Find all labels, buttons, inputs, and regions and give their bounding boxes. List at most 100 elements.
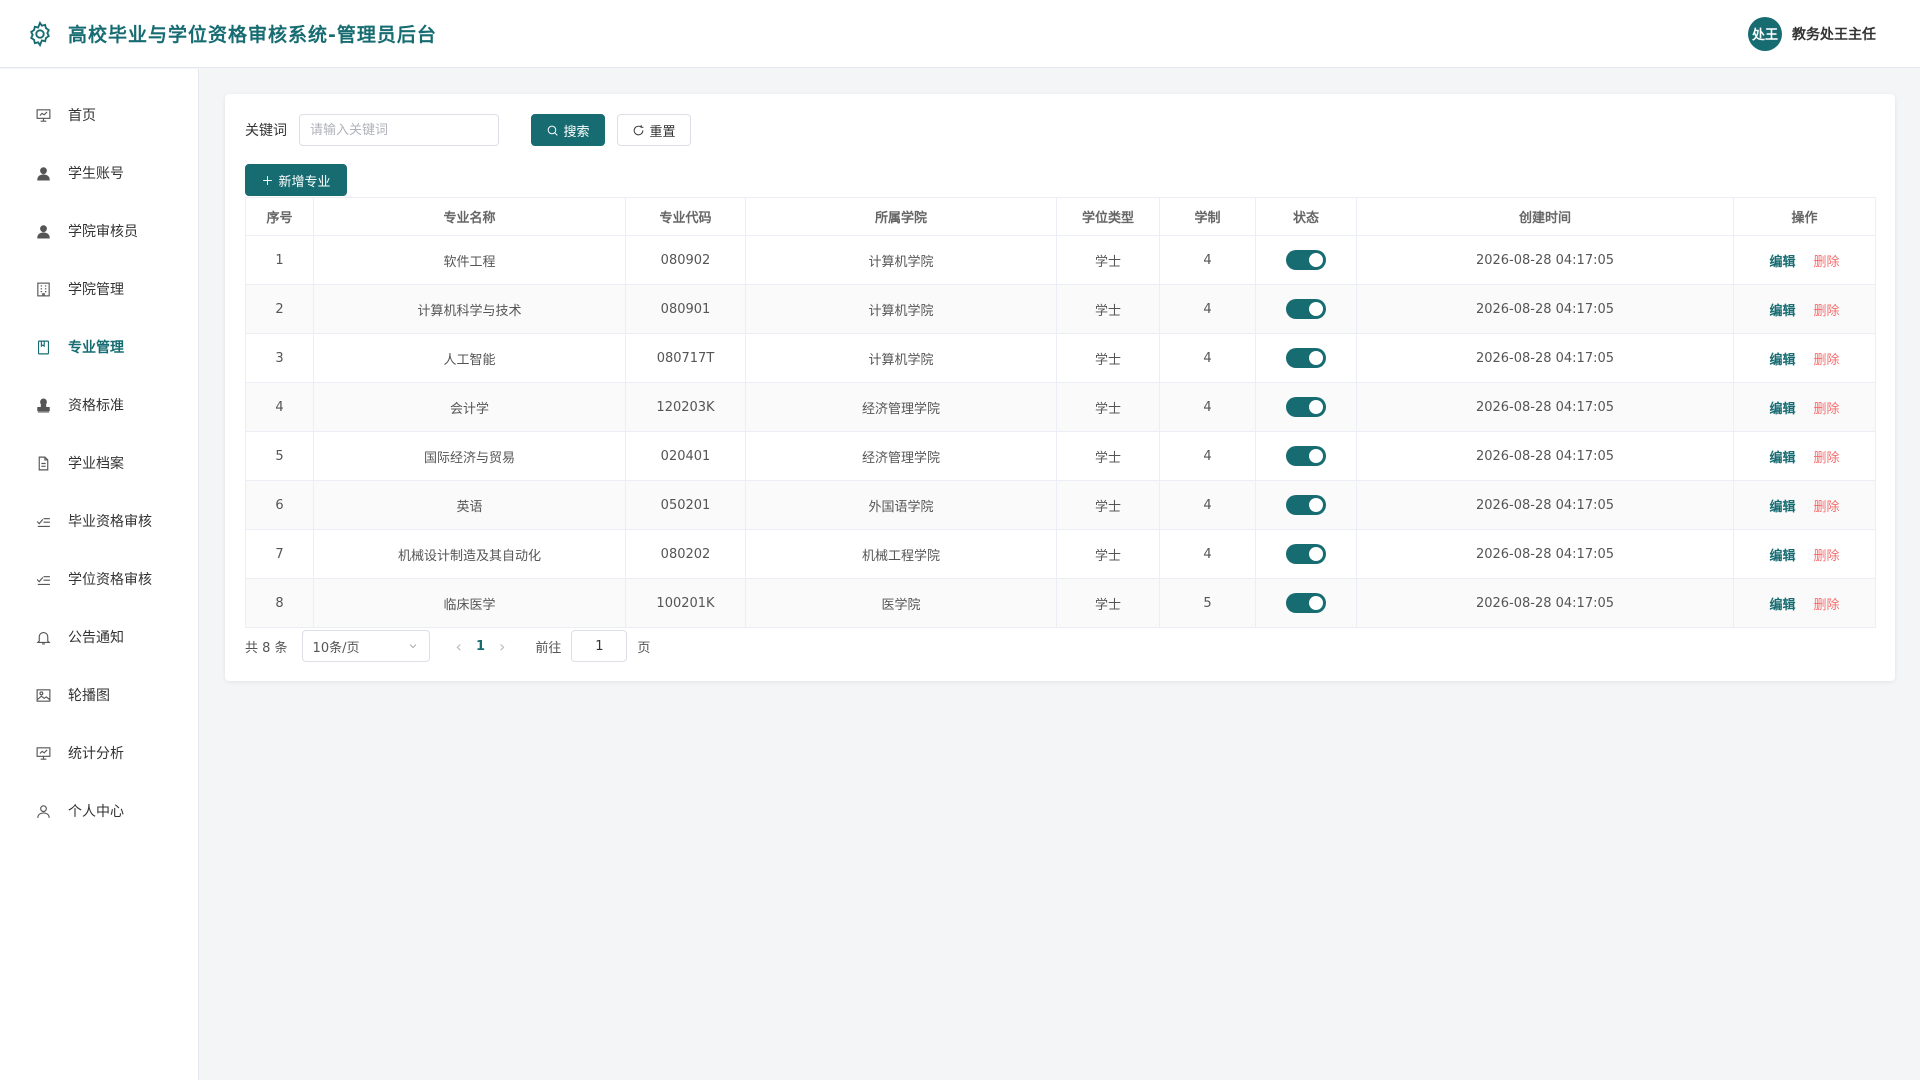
delete-button[interactable]: 删除 — [1814, 451, 1840, 466]
search-button[interactable]: 搜索 — [531, 114, 605, 146]
sidebar-item-profile[interactable]: 个人中心 — [0, 782, 198, 840]
cell-years: 4 — [1159, 382, 1256, 432]
user-name[interactable]: 教务处王主任 — [1792, 24, 1876, 44]
cell-years: 4 — [1159, 480, 1256, 530]
delete-button[interactable]: 删除 — [1814, 500, 1840, 515]
chart-icon — [36, 746, 51, 760]
cell-name: 机械设计制造及其自动化 — [313, 529, 626, 579]
sidebar-item-label: 公告通知 — [68, 630, 124, 646]
status-toggle[interactable] — [1286, 446, 1326, 466]
edit-button[interactable]: 编辑 — [1769, 353, 1795, 368]
reset-button[interactable]: 重置 — [617, 114, 691, 146]
edit-button[interactable]: 编辑 — [1769, 549, 1795, 564]
edit-button[interactable]: 编辑 — [1769, 402, 1795, 417]
image-icon — [36, 688, 51, 702]
cell-code: 100201K — [625, 578, 746, 628]
cell-name: 计算机科学与技术 — [313, 284, 626, 334]
cell-code: 080202 — [625, 529, 746, 579]
sidebar-item-statistics[interactable]: 统计分析 — [0, 724, 198, 782]
major-list-card: 关键词 搜索 重置 新增专业 序号 专业名称 专业代码 所属学院 学位类型 学制… — [225, 94, 1895, 681]
brand: 高校毕业与学位资格审核系统-管理员后台 — [26, 20, 437, 48]
cell-college: 外国语学院 — [745, 480, 1057, 530]
column-header: 创建时间 — [1356, 197, 1734, 236]
delete-button[interactable]: 删除 — [1814, 402, 1840, 417]
sidebar-item-carousel[interactable]: 轮播图 — [0, 666, 198, 724]
sidebar-item-degree-review[interactable]: 学位资格审核 — [0, 550, 198, 608]
sidebar-item-label: 个人中心 — [68, 804, 124, 820]
book-icon — [37, 340, 50, 354]
sidebar-item-standards[interactable]: 资格标准 — [0, 376, 198, 434]
search-bar: 关键词 搜索 重置 — [245, 114, 1875, 146]
column-header: 专业代码 — [625, 197, 746, 236]
column-header: 状态 — [1255, 197, 1357, 236]
delete-button[interactable]: 删除 — [1814, 353, 1840, 368]
sidebar-item-graduation-review[interactable]: 毕业资格审核 — [0, 492, 198, 550]
stamp-icon — [37, 398, 50, 412]
sidebar-item-academic-records[interactable]: 学业档案 — [0, 434, 198, 492]
cell-status — [1255, 382, 1357, 432]
delete-button[interactable]: 删除 — [1814, 549, 1840, 564]
cell-years: 5 — [1159, 578, 1256, 628]
checklist-icon — [36, 517, 50, 527]
edit-button[interactable]: 编辑 — [1769, 500, 1795, 515]
column-header: 学制 — [1159, 197, 1256, 236]
column-header: 专业名称 — [313, 197, 626, 236]
table-row: 8 临床医学 100201K 医学院 学士 5 2026-08-28 04:17… — [245, 578, 1876, 628]
cell-status — [1255, 529, 1357, 579]
status-toggle[interactable] — [1286, 299, 1326, 319]
cell-code: 080902 — [625, 235, 746, 285]
page-size-select[interactable]: 10条/页 — [301, 630, 430, 662]
major-table: 序号 专业名称 专业代码 所属学院 学位类型 学制 状态 创建时间 操作 1 软… — [245, 197, 1876, 628]
user-menu[interactable]: 处王 教务处王主任 — [1748, 16, 1876, 51]
building-icon — [37, 282, 50, 296]
cell-name: 国际经济与贸易 — [313, 431, 626, 481]
cell-no: 2 — [245, 284, 314, 334]
status-toggle[interactable] — [1286, 495, 1326, 515]
add-major-button[interactable]: 新增专业 — [245, 164, 347, 196]
status-toggle[interactable] — [1286, 544, 1326, 564]
prev-page-icon[interactable]: ‹ — [456, 637, 462, 656]
status-toggle[interactable] — [1286, 348, 1326, 368]
sidebar-item-label: 资格标准 — [68, 398, 124, 414]
edit-button[interactable]: 编辑 — [1769, 304, 1795, 319]
cell-code: 020401 — [625, 431, 746, 481]
sidebar-item-college-reviewers[interactable]: 学院审核员 — [0, 202, 198, 260]
edit-button[interactable]: 编辑 — [1769, 598, 1795, 613]
cell-status — [1255, 431, 1357, 481]
sidebar-item-student-accounts[interactable]: 学生账号 — [0, 144, 198, 202]
sidebar-item-announcements[interactable]: 公告通知 — [0, 608, 198, 666]
cell-college: 计算机学院 — [745, 284, 1057, 334]
cell-degree: 学士 — [1056, 480, 1160, 530]
cell-name: 英语 — [313, 480, 626, 530]
keyword-input[interactable] — [299, 114, 499, 146]
cell-actions: 编辑 删除 — [1733, 235, 1876, 285]
cell-created: 2026-08-28 04:17:05 — [1356, 578, 1734, 628]
bell-icon — [36, 631, 51, 644]
cell-created: 2026-08-28 04:17:05 — [1356, 480, 1734, 530]
sidebar-item-major-management[interactable]: 专业管理 — [0, 318, 198, 376]
sidebar-item-home[interactable]: 首页 — [0, 86, 198, 144]
edit-button[interactable]: 编辑 — [1769, 451, 1795, 466]
cell-name: 人工智能 — [313, 333, 626, 383]
delete-button[interactable]: 删除 — [1814, 255, 1840, 270]
status-toggle[interactable] — [1286, 593, 1326, 613]
status-toggle[interactable] — [1286, 250, 1326, 270]
page-number-current[interactable]: 1 — [476, 639, 485, 654]
status-toggle[interactable] — [1286, 397, 1326, 417]
next-page-icon[interactable]: › — [499, 637, 505, 656]
delete-button[interactable]: 删除 — [1814, 598, 1840, 613]
cell-created: 2026-08-28 04:17:05 — [1356, 284, 1734, 334]
edit-button[interactable]: 编辑 — [1769, 255, 1795, 270]
delete-button[interactable]: 删除 — [1814, 304, 1840, 319]
avatar[interactable]: 处王 — [1748, 16, 1782, 51]
cell-status — [1255, 480, 1357, 530]
user-icon — [37, 166, 50, 180]
cell-degree: 学士 — [1056, 578, 1160, 628]
sidebar-item-college-management[interactable]: 学院管理 — [0, 260, 198, 318]
goto-page-input[interactable] — [571, 630, 628, 662]
table-row: 3 人工智能 080717T 计算机学院 学士 4 2026-08-28 04:… — [245, 333, 1876, 383]
sidebar-item-label: 学业档案 — [68, 456, 124, 472]
total-count: 共 8 条 — [245, 640, 288, 656]
cell-no: 1 — [245, 235, 314, 285]
cell-years: 4 — [1159, 235, 1256, 285]
